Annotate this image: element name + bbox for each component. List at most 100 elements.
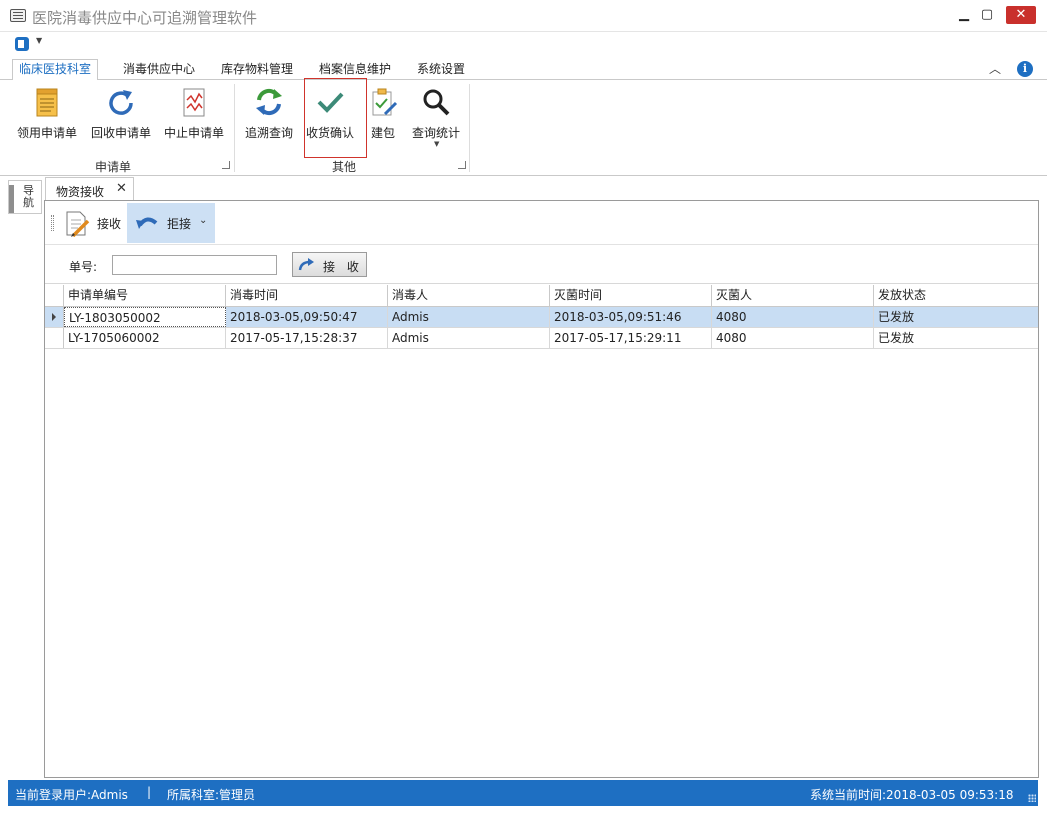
filter-row: 单号: 接 收 bbox=[45, 246, 1038, 284]
row-header[interactable] bbox=[45, 328, 64, 348]
redo-arrow-icon bbox=[298, 258, 314, 271]
table-cell[interactable]: 2017-05-17,15:29:11 bbox=[550, 328, 712, 348]
document-pen-icon bbox=[66, 211, 90, 237]
column-header[interactable]: 发放状态 bbox=[874, 285, 1038, 307]
resize-grip-icon[interactable] bbox=[1028, 794, 1036, 802]
table-cell[interactable]: 4080 bbox=[712, 328, 874, 348]
cancel-request-button[interactable]: 中止申请单 bbox=[161, 82, 227, 154]
tab-inventory[interactable]: 库存物料管理 bbox=[215, 60, 299, 80]
ribbon-tab-strip: 临床医技科室 消毒供应中心 库存物料管理 档案信息维护 系统设置 bbox=[0, 56, 1047, 81]
undo-arrow-icon bbox=[136, 217, 158, 229]
tab-clinical-dept[interactable]: 临床医技科室 bbox=[12, 59, 99, 81]
trace-query-button[interactable]: 追溯查询 bbox=[241, 82, 297, 154]
query-statistics-button[interactable]: 查询统计 ▼ bbox=[408, 82, 464, 154]
receive-toolbar-label: 接收 bbox=[97, 217, 122, 231]
chart-doc-icon bbox=[183, 88, 205, 117]
column-header[interactable]: 灭菌人 bbox=[712, 285, 874, 307]
table-cell[interactable]: 2018-03-05,09:51:46 bbox=[550, 307, 712, 327]
collapse-ribbon-icon[interactable]: ︿ bbox=[989, 60, 1001, 77]
quick-access-toolbar: ▼ bbox=[0, 32, 1047, 56]
side-tab-indicator bbox=[9, 185, 14, 213]
refresh-icon bbox=[109, 90, 133, 115]
status-bar: 当前登录用户:Admis | 所属科室:管理员 系统当前时间:2018-03-0… bbox=[8, 780, 1038, 806]
requisition-button[interactable]: 领用申请单 bbox=[14, 82, 80, 154]
magnifier-icon bbox=[423, 89, 450, 116]
table-row[interactable]: LY-1803050002 2018-03-05,09:50:47 Admis … bbox=[45, 307, 1038, 328]
table-cell[interactable]: 2018-03-05,09:50:47 bbox=[226, 307, 388, 327]
requisition-label: 领用申请单 bbox=[16, 126, 77, 140]
table-cell[interactable]: 4080 bbox=[712, 307, 874, 327]
group-label-requisition: 申请单 bbox=[95, 160, 132, 174]
chevron-down-icon: ▼ bbox=[434, 140, 440, 148]
current-row-indicator-icon bbox=[52, 313, 56, 321]
table-cell[interactable]: 已发放 bbox=[874, 307, 1038, 327]
column-header[interactable]: 消毒时间 bbox=[226, 285, 388, 307]
table-cell[interactable]: 已发放 bbox=[874, 328, 1038, 348]
group-launcher-icon[interactable] bbox=[222, 161, 230, 169]
side-tab-label: 导航 bbox=[23, 184, 34, 209]
group-label-other: 其他 bbox=[332, 160, 357, 174]
chevron-down-icon[interactable]: ⌄ bbox=[199, 215, 207, 226]
app-icon bbox=[10, 9, 26, 22]
highlight-frame bbox=[304, 78, 367, 158]
tab-archive[interactable]: 档案信息维护 bbox=[313, 60, 397, 80]
recycle-request-label: 回收申请单 bbox=[90, 126, 151, 140]
tab-system-settings[interactable]: 系统设置 bbox=[411, 60, 471, 80]
window-title: 医院消毒供应中心可追溯管理软件 bbox=[32, 9, 258, 27]
order-number-input[interactable] bbox=[112, 255, 277, 275]
status-system-time: 系统当前时间:2018-03-05 09:53:18 bbox=[810, 788, 1014, 802]
column-header[interactable]: 消毒人 bbox=[388, 285, 550, 307]
row-header[interactable] bbox=[45, 307, 64, 327]
group-launcher-icon[interactable] bbox=[458, 161, 466, 169]
column-header[interactable]: 申请单编号 bbox=[64, 285, 226, 307]
receive-button[interactable]: 接 收 bbox=[292, 252, 367, 277]
status-department: 所属科室:管理员 bbox=[167, 788, 256, 802]
table-cell[interactable]: LY-1705060002 bbox=[64, 328, 226, 348]
title-bar: 医院消毒供应中心可追溯管理软件 ▁ ▢ ✕ bbox=[0, 0, 1047, 32]
table-cell[interactable]: Admis bbox=[388, 307, 550, 327]
toolbar-grip[interactable] bbox=[51, 215, 54, 231]
grid-header: 申请单编号 消毒时间 消毒人 灭菌时间 灭菌人 发放状态 bbox=[45, 285, 1038, 307]
cancel-request-label: 中止申请单 bbox=[163, 126, 224, 140]
receive-button-label: 接 收 bbox=[323, 260, 363, 274]
minimize-button[interactable]: ▁ bbox=[952, 6, 976, 24]
close-tab-icon[interactable]: ✕ bbox=[116, 181, 127, 196]
window-frame bbox=[0, 176, 8, 814]
receive-toolbar-button[interactable]: 接收 bbox=[61, 207, 125, 239]
build-package-button[interactable]: 建包 bbox=[366, 82, 400, 154]
recycle-request-button[interactable]: 回收申请单 bbox=[88, 82, 154, 154]
document-tab[interactable]: 物资接收 ✕ bbox=[45, 177, 134, 201]
table-row[interactable]: LY-1705060002 2017-05-17,15:28:37 Admis … bbox=[45, 328, 1038, 349]
reject-toolbar-label: 拒接 bbox=[167, 217, 192, 231]
info-icon[interactable]: i bbox=[1017, 61, 1033, 77]
column-header[interactable]: 灭菌时间 bbox=[550, 285, 712, 307]
query-statistics-label: 查询统计 bbox=[411, 126, 460, 140]
side-panel: 导航 bbox=[8, 180, 42, 777]
clipboard-pen-icon bbox=[372, 88, 398, 116]
cycle-arrows-icon bbox=[256, 88, 282, 116]
document-content: 接收 拒接 ⌄ 单号: 接 收 申请单编号 消毒时间 消毒人 灭菌时间 灭菌人 … bbox=[44, 200, 1039, 778]
toolbar: 接收 拒接 ⌄ bbox=[45, 201, 1038, 245]
document-tab-label: 物资接收 bbox=[56, 185, 105, 199]
notepad-icon bbox=[36, 88, 58, 117]
close-button[interactable]: ✕ bbox=[1006, 6, 1036, 24]
tab-sterile-supply[interactable]: 消毒供应中心 bbox=[117, 60, 201, 80]
table-cell[interactable]: 2017-05-17,15:28:37 bbox=[226, 328, 388, 348]
table-cell[interactable]: LY-1803050002 bbox=[64, 307, 226, 327]
table-cell[interactable]: Admis bbox=[388, 328, 550, 348]
order-number-label: 单号: bbox=[69, 260, 98, 274]
qat-dropdown-icon[interactable]: ▼ bbox=[36, 36, 42, 45]
group-separator bbox=[234, 84, 235, 172]
maximize-button[interactable]: ▢ bbox=[975, 6, 999, 24]
data-grid: 申请单编号 消毒时间 消毒人 灭菌时间 灭菌人 发放状态 LY-18030500… bbox=[45, 285, 1038, 778]
side-tab-navigation[interactable]: 导航 bbox=[8, 180, 42, 214]
trace-query-label: 追溯查询 bbox=[244, 126, 293, 140]
status-current-user: 当前登录用户:Admis bbox=[15, 788, 128, 802]
row-header-corner bbox=[45, 285, 64, 307]
ribbon-body: 领用申请单 回收申请单 中止申请单 申请单 追溯查询 收货确认 建包 查询统计 … bbox=[0, 80, 1047, 176]
office-logo-icon[interactable] bbox=[15, 37, 29, 51]
group-separator bbox=[469, 84, 470, 172]
build-package-label: 建包 bbox=[370, 126, 395, 140]
status-separator: | bbox=[147, 785, 152, 799]
document-area: 物资接收 ✕ 接收 拒接 ⌄ 单号: 接 收 申请单编号 消毒时间 消毒人 灭菌… bbox=[44, 176, 1039, 778]
